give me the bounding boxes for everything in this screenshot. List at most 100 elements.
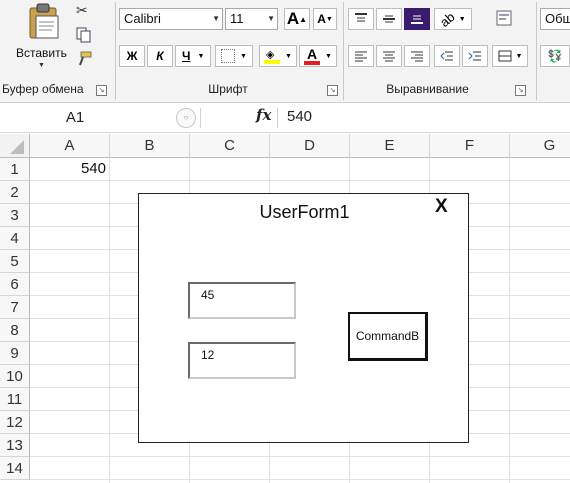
grow-font-button[interactable]: A ▲	[284, 8, 310, 30]
font-size-combo[interactable]: 11 ▼	[225, 8, 278, 30]
textbox-1[interactable]: 45	[188, 282, 296, 319]
select-all-corner[interactable]	[0, 134, 30, 158]
align-top-button[interactable]	[348, 8, 374, 30]
row-header-1[interactable]: 1	[0, 158, 30, 181]
close-icon[interactable]: X	[435, 196, 448, 218]
align-right-button[interactable]	[404, 45, 430, 67]
column-header-g[interactable]: G	[510, 134, 570, 158]
wrap-text-icon[interactable]	[496, 10, 512, 31]
align-bottom-button[interactable]	[404, 8, 430, 30]
column-header-b[interactable]: B	[110, 134, 190, 158]
underline-button[interactable]: Ч ▼	[175, 45, 211, 67]
column-header-e[interactable]: E	[350, 134, 430, 158]
row-header-13[interactable]: 13	[0, 434, 30, 457]
currency-format-button[interactable]: 💱	[540, 45, 570, 67]
row-header-5[interactable]: 5	[0, 250, 30, 273]
paste-button-label[interactable]: Вставить	[16, 46, 67, 60]
row-header-7[interactable]: 7	[0, 296, 30, 319]
align-top-icon	[355, 13, 367, 22]
separator	[536, 2, 537, 100]
clipboard-dialog-launcher-icon[interactable]: ↘	[96, 85, 107, 96]
chevron-down-icon: ▼	[285, 52, 292, 60]
column-header-d[interactable]: D	[270, 134, 350, 158]
font-name-combo[interactable]: Calibri ▼	[119, 8, 223, 30]
gridline	[30, 456, 570, 457]
alignment-dialog-launcher-icon[interactable]: ↘	[515, 85, 526, 96]
align-middle-button[interactable]	[376, 8, 402, 30]
formula-bar: A1 ○ fx 540	[0, 104, 570, 133]
cut-icon[interactable]: ✂	[76, 2, 88, 19]
font-color-button[interactable]: A ▼	[299, 45, 337, 67]
increase-indent-button[interactable]	[462, 45, 488, 67]
underline-label: Ч	[182, 49, 191, 63]
command-button[interactable]: CommandB	[348, 312, 428, 361]
cell-a1[interactable]: 540	[31, 158, 106, 180]
userform-title: UserForm1	[259, 202, 350, 222]
font-dialog-launcher-icon[interactable]: ↘	[327, 85, 338, 96]
font-color-icon: A	[304, 46, 321, 65]
fx-label: fx	[256, 106, 272, 124]
align-middle-icon	[383, 15, 395, 23]
formula-divider	[277, 108, 278, 128]
fill-bucket-icon: ◈	[264, 48, 281, 64]
row-header-3[interactable]: 3	[0, 204, 30, 227]
borders-icon	[221, 49, 236, 63]
column-header-a[interactable]: A	[30, 134, 110, 158]
number-format-combo[interactable]: Общ	[540, 8, 570, 30]
paste-icon[interactable]	[24, 2, 64, 40]
borders-button[interactable]: ▼	[215, 45, 253, 67]
name-box-splitter-icon[interactable]: ○	[176, 108, 196, 128]
formula-divider	[200, 108, 201, 128]
copy-icon[interactable]	[76, 27, 92, 48]
insert-function-icon[interactable]: fx	[256, 106, 271, 124]
gridline	[109, 158, 110, 483]
chevron-down-icon[interactable]: ▼	[38, 62, 45, 69]
row-header-4[interactable]: 4	[0, 227, 30, 250]
decrease-indent-button[interactable]	[434, 45, 460, 67]
chevron-down-icon: ▼	[240, 52, 247, 60]
separator	[115, 2, 116, 100]
row-header-14[interactable]: 14	[0, 457, 30, 480]
chevron-down-icon: ▼	[267, 14, 275, 23]
align-center-button[interactable]	[376, 45, 402, 67]
gridline	[30, 479, 570, 480]
merge-cells-icon	[498, 50, 512, 62]
format-painter-icon[interactable]	[76, 51, 92, 72]
align-center-icon	[383, 51, 395, 62]
row-header-8[interactable]: 8	[0, 319, 30, 342]
chevron-down-icon: ▼	[325, 52, 332, 60]
shrink-font-button[interactable]: A ▼	[313, 8, 337, 30]
row-header-11[interactable]: 11	[0, 388, 30, 411]
italic-button[interactable]: К	[147, 45, 173, 67]
bold-button[interactable]: Ж	[119, 45, 145, 67]
formula-input[interactable]: 540	[287, 108, 312, 125]
number-format-value: Общ	[545, 11, 570, 26]
textbox-2[interactable]: 12	[188, 342, 296, 379]
separator	[343, 2, 344, 100]
row-header-6[interactable]: 6	[0, 273, 30, 296]
fill-color-button[interactable]: ◈ ▼	[259, 45, 297, 67]
name-box[interactable]: A1	[0, 106, 150, 130]
row-header-2[interactable]: 2	[0, 181, 30, 204]
orientation-icon: ab	[437, 8, 458, 30]
textbox-1-value: 45	[201, 288, 215, 302]
row-header-9[interactable]: 9	[0, 342, 30, 365]
font-color-label: A	[307, 46, 318, 62]
merge-center-button[interactable]: ▼	[492, 45, 528, 67]
align-left-button[interactable]	[348, 45, 374, 67]
shrink-font-label: A	[317, 12, 326, 26]
gridline	[30, 180, 570, 181]
orientation-button[interactable]: ab ▼	[434, 8, 472, 30]
row-header-12[interactable]: 12	[0, 411, 30, 434]
column-header-f[interactable]: F	[430, 134, 510, 158]
align-bottom-icon	[411, 15, 423, 24]
row-header-10[interactable]: 10	[0, 365, 30, 388]
column-header-c[interactable]: C	[190, 134, 270, 158]
chevron-down-icon: ▼	[197, 52, 205, 60]
decrease-indent-icon	[440, 51, 453, 61]
gridline	[509, 158, 510, 483]
grow-font-label: A	[286, 9, 300, 28]
userform-window: UserForm1 X 45 12 CommandB	[138, 193, 469, 443]
chevron-down-icon: ▼	[515, 52, 523, 60]
cell-a1-value: 540	[80, 160, 106, 177]
